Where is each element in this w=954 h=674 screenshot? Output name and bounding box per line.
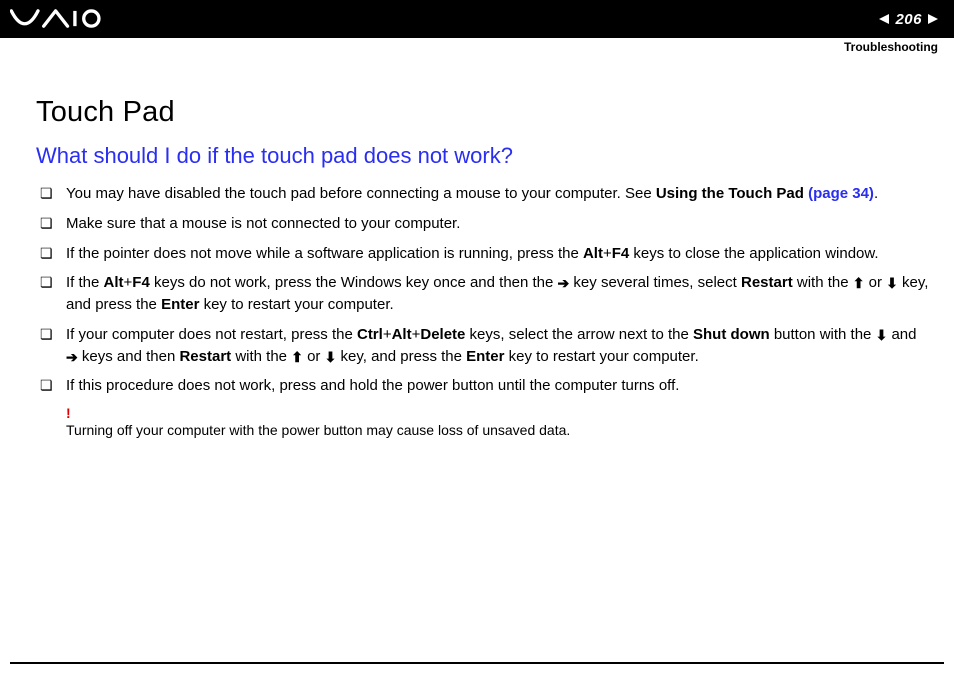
next-page-arrow-icon[interactable]	[928, 14, 938, 24]
list-item: If the Alt+F4 keys do not work, press th…	[36, 272, 930, 316]
arrow-right-icon: ➔	[558, 276, 570, 290]
page-navigation: 206	[879, 11, 938, 28]
ref-title: Using the Touch Pad	[656, 185, 808, 202]
text: .	[874, 185, 878, 202]
text: If your computer does not restart, press…	[66, 326, 357, 343]
key-f4: F4	[132, 274, 150, 291]
header-band: 206	[0, 0, 954, 38]
text: keys do not work, press the Windows key …	[150, 274, 558, 291]
key-alt: Alt	[104, 274, 124, 291]
text: If the pointer does not move while a sof…	[66, 245, 583, 262]
text: +	[383, 326, 392, 343]
section-question: What should I do if the touch pad does n…	[36, 143, 930, 169]
text: button with the	[770, 326, 876, 343]
section-title: Touch Pad	[36, 96, 930, 129]
vaio-logo	[10, 9, 106, 29]
key-alt: Alt	[583, 245, 603, 262]
text: Make sure that a mouse is not connected …	[66, 215, 460, 232]
warning-exclamation-icon: !	[66, 405, 930, 421]
text: with the	[231, 348, 291, 365]
header-subtitle: Troubleshooting	[844, 40, 938, 54]
footer-line	[10, 662, 944, 664]
text: +	[124, 274, 133, 291]
text: or	[303, 348, 325, 365]
checklist: You may have disabled the touch pad befo…	[36, 183, 930, 397]
text: and	[887, 326, 916, 343]
list-item: Make sure that a mouse is not connected …	[36, 213, 930, 235]
key-delete: Delete	[420, 326, 465, 343]
key-alt: Alt	[392, 326, 412, 343]
text: If the	[66, 274, 104, 291]
arrow-down-icon: ⬇	[876, 328, 888, 342]
warning-text: Turning off your computer with the power…	[66, 422, 570, 438]
text: with the	[793, 274, 853, 291]
text: or	[864, 274, 886, 291]
list-item: If the pointer does not move while a sof…	[36, 243, 930, 265]
prev-page-arrow-icon[interactable]	[879, 14, 889, 24]
key-ctrl: Ctrl	[357, 326, 383, 343]
page-number: 206	[895, 11, 922, 28]
arrow-down-icon: ⬇	[325, 350, 337, 364]
warning-block: ! Turning off your computer with the pow…	[36, 405, 930, 438]
key-shutdown: Shut down	[693, 326, 770, 343]
text: keys, select the arrow next to the	[465, 326, 693, 343]
text: key to restart your computer.	[504, 348, 698, 365]
list-item: If this procedure does not work, press a…	[36, 375, 930, 397]
list-item: You may have disabled the touch pad befo…	[36, 183, 930, 205]
page: 206 Troubleshooting Touch Pad What shoul…	[0, 0, 954, 674]
key-restart: Restart	[179, 348, 231, 365]
text: keys to close the application window.	[629, 245, 878, 262]
key-enter: Enter	[466, 348, 504, 365]
text: You may have disabled the touch pad befo…	[66, 185, 656, 202]
key-f4: F4	[612, 245, 630, 262]
arrow-up-icon: ⬆	[853, 276, 865, 290]
key-restart: Restart	[741, 274, 793, 291]
key-enter: Enter	[161, 296, 199, 313]
arrow-right-icon: ➔	[66, 350, 78, 364]
content-area: Touch Pad What should I do if the touch …	[0, 38, 954, 438]
text: If this procedure does not work, press a…	[66, 377, 679, 394]
text: key to restart your computer.	[199, 296, 393, 313]
arrow-down-icon: ⬇	[886, 276, 898, 290]
text: key several times, select	[569, 274, 741, 291]
text: +	[603, 245, 612, 262]
text: key, and press the	[336, 348, 466, 365]
page-ref-link[interactable]: (page 34)	[808, 185, 874, 202]
arrow-up-icon: ⬆	[291, 350, 303, 364]
text: keys and then	[78, 348, 180, 365]
list-item: If your computer does not restart, press…	[36, 324, 930, 368]
